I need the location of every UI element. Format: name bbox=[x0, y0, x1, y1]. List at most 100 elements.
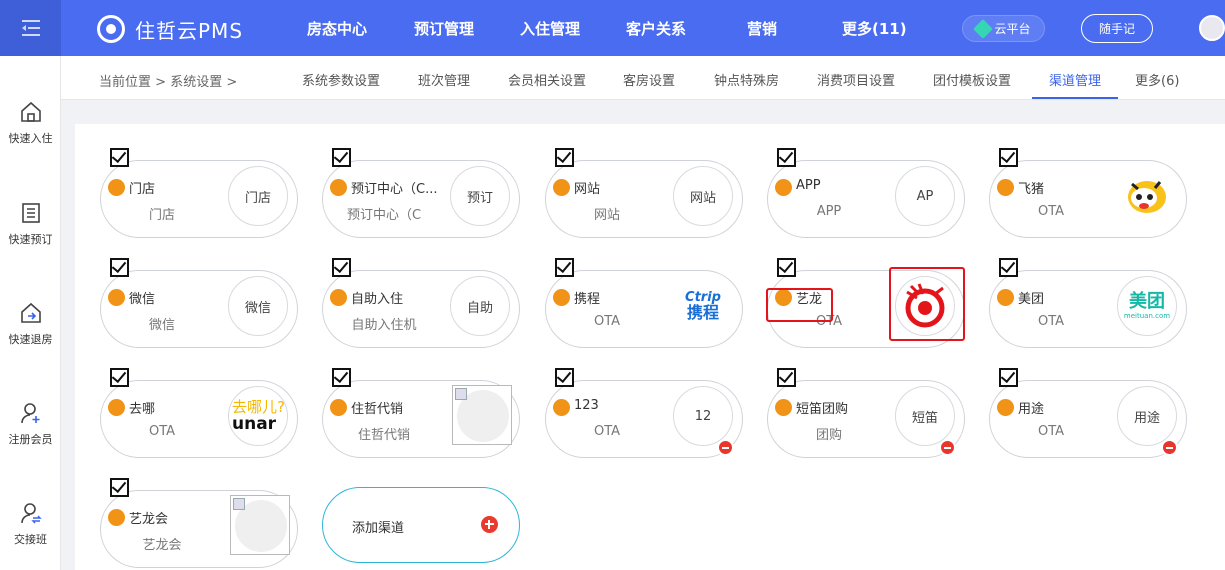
channel-card-booking-center[interactable]: 预订中心（C... 预订中心（C 预订 bbox=[322, 148, 520, 238]
qunar-logo: 去哪儿? unar bbox=[228, 386, 288, 446]
status-dot bbox=[108, 399, 125, 416]
channel-checkbox[interactable] bbox=[110, 258, 129, 277]
status-dot bbox=[775, 399, 792, 416]
top-header: 住哲云PMS 房态中心 预订管理 入住管理 客户关系 营销 更多(11) 云平台… bbox=[0, 0, 1225, 56]
channel-type: OTA bbox=[593, 314, 621, 329]
channel-card-123[interactable]: 123 OTA 12 bbox=[545, 368, 743, 458]
delete-channel-button[interactable] bbox=[939, 439, 956, 456]
ctrip-logo: Ctrip 携程 bbox=[673, 276, 733, 336]
channel-checkbox[interactable] bbox=[999, 258, 1018, 277]
nav-room-status[interactable]: 房态中心 bbox=[307, 18, 367, 40]
channel-card-wechat[interactable]: 微信 微信 微信 bbox=[100, 258, 298, 348]
status-dot bbox=[997, 179, 1014, 196]
meituan-logo-subtext: meituan.com bbox=[1123, 312, 1171, 320]
ctrip-logo-text: Ctrip bbox=[685, 289, 721, 305]
status-dot bbox=[775, 179, 792, 196]
status-dot bbox=[997, 399, 1014, 416]
channel-checkbox[interactable] bbox=[110, 148, 129, 167]
channel-name: 微信 bbox=[129, 292, 156, 307]
add-channel-button[interactable]: 添加渠道 bbox=[322, 487, 520, 563]
menu-toggle-button[interactable] bbox=[0, 0, 61, 56]
broken-image-icon bbox=[452, 385, 512, 445]
sidebar-item-register-member[interactable]: 注册会员 bbox=[0, 401, 61, 447]
channel-checkbox[interactable] bbox=[332, 258, 351, 277]
channel-name: 用途 bbox=[1018, 402, 1045, 417]
nav-customer[interactable]: 客户关系 bbox=[626, 18, 686, 40]
tab-member-settings[interactable]: 会员相关设置 bbox=[508, 70, 586, 89]
sidebar-item-quick-booking[interactable]: 快速预订 bbox=[0, 201, 61, 247]
delete-channel-button[interactable] bbox=[1161, 439, 1178, 456]
channel-checkbox[interactable] bbox=[332, 148, 351, 167]
nav-more[interactable]: 更多(11) bbox=[842, 18, 907, 40]
channel-card-app[interactable]: APP APP AP bbox=[767, 148, 965, 238]
tab-hourly-rooms[interactable]: 钟点特殊房 bbox=[714, 70, 779, 89]
sidebar-item-shift-handover[interactable]: 交接班 bbox=[0, 501, 61, 547]
channel-checkbox[interactable] bbox=[110, 478, 129, 497]
status-dot bbox=[108, 289, 125, 306]
tab-more[interactable]: 更多(6) bbox=[1135, 70, 1179, 89]
tab-consumption-items[interactable]: 消费项目设置 bbox=[817, 70, 895, 89]
channel-card-elong-club[interactable]: 艺龙会 艺龙会 bbox=[100, 478, 298, 568]
channel-checkbox[interactable] bbox=[110, 368, 129, 387]
channel-checkbox[interactable] bbox=[332, 368, 351, 387]
channel-checkbox[interactable] bbox=[555, 368, 574, 387]
tab-shift-management[interactable]: 班次管理 bbox=[418, 70, 470, 89]
channel-name: 短笛团购 bbox=[796, 402, 849, 417]
channel-card-meituan[interactable]: 美团 OTA 美团 meituan.com bbox=[989, 258, 1187, 348]
broken-image-icon bbox=[230, 495, 290, 555]
brand-logo: 住哲云PMS bbox=[97, 14, 243, 44]
channel-card-ctrip[interactable]: 携程 OTA Ctrip 携程 bbox=[545, 258, 743, 348]
channel-type: 网站 bbox=[593, 208, 620, 223]
channel-checkbox[interactable] bbox=[777, 258, 796, 277]
channel-checkbox[interactable] bbox=[555, 148, 574, 167]
channel-type: OTA bbox=[1037, 204, 1065, 219]
channel-card-self-checkin[interactable]: 自助入住 自助入住机 自助 bbox=[322, 258, 520, 348]
tab-group-templates[interactable]: 团付模板设置 bbox=[933, 70, 1011, 89]
tab-system-params[interactable]: 系统参数设置 bbox=[302, 70, 380, 89]
tab-room-settings[interactable]: 客房设置 bbox=[623, 70, 675, 89]
channel-checkbox[interactable] bbox=[999, 148, 1018, 167]
channel-card-yongtu[interactable]: 用途 OTA 用途 bbox=[989, 368, 1187, 458]
avatar[interactable] bbox=[1199, 15, 1225, 41]
sidebar-item-label: 注册会员 bbox=[8, 433, 53, 446]
status-dot bbox=[553, 179, 570, 196]
channel-checkbox[interactable] bbox=[777, 368, 796, 387]
channel-name: 123 bbox=[574, 398, 599, 413]
channel-card-store[interactable]: 门店 门店 门店 bbox=[100, 148, 298, 238]
status-dot bbox=[330, 399, 347, 416]
channel-card-duandi-group[interactable]: 短笛团购 团购 短笛 bbox=[767, 368, 965, 458]
status-dot bbox=[108, 179, 125, 196]
nav-checkin[interactable]: 入住管理 bbox=[520, 18, 580, 40]
channel-badge: 门店 bbox=[228, 166, 288, 226]
channel-name: 美团 bbox=[1018, 292, 1045, 307]
channel-card-qunar[interactable]: 去哪 OTA 去哪儿? unar bbox=[100, 368, 298, 458]
channel-card-zhuzhe-resale[interactable]: 住哲代销 住哲代销 bbox=[322, 368, 520, 458]
channel-checkbox[interactable] bbox=[999, 368, 1018, 387]
tab-channel-management[interactable]: 渠道管理 bbox=[1049, 70, 1101, 89]
nav-reservation[interactable]: 预订管理 bbox=[414, 18, 474, 40]
sidebar-item-label: 交接班 bbox=[14, 533, 47, 546]
add-user-icon bbox=[20, 403, 39, 424]
checkout-icon bbox=[20, 302, 41, 323]
channel-card-website[interactable]: 网站 网站 网站 bbox=[545, 148, 743, 238]
breadcrumb-prefix: 当前位置 bbox=[99, 75, 152, 90]
channel-card-fliggy[interactable]: 飞猪 OTA bbox=[989, 148, 1187, 238]
status-dot bbox=[330, 289, 347, 306]
nav-marketing[interactable]: 营销 bbox=[747, 18, 777, 40]
cloud-platform-button[interactable]: 云平台 bbox=[962, 15, 1045, 42]
delete-channel-button[interactable] bbox=[717, 439, 734, 456]
status-dot bbox=[553, 289, 570, 306]
breadcrumb-separator: > bbox=[226, 75, 238, 90]
channel-badge: 自助 bbox=[450, 276, 510, 336]
status-dot bbox=[330, 179, 347, 196]
channel-checkbox[interactable] bbox=[555, 258, 574, 277]
sidebar-item-quick-checkin[interactable]: 快速入住 bbox=[0, 100, 61, 146]
channel-name: 网站 bbox=[574, 182, 601, 197]
breadcrumb-section[interactable]: 系统设置 bbox=[170, 75, 222, 90]
fliggy-icon bbox=[1128, 181, 1166, 213]
note-button[interactable]: 随手记 bbox=[1081, 14, 1153, 43]
home-icon bbox=[20, 101, 41, 122]
channel-checkbox[interactable] bbox=[777, 148, 796, 167]
breadcrumb: 当前位置 > 系统设置 > bbox=[99, 71, 237, 90]
sidebar-item-quick-checkout[interactable]: 快速退房 bbox=[0, 301, 61, 347]
